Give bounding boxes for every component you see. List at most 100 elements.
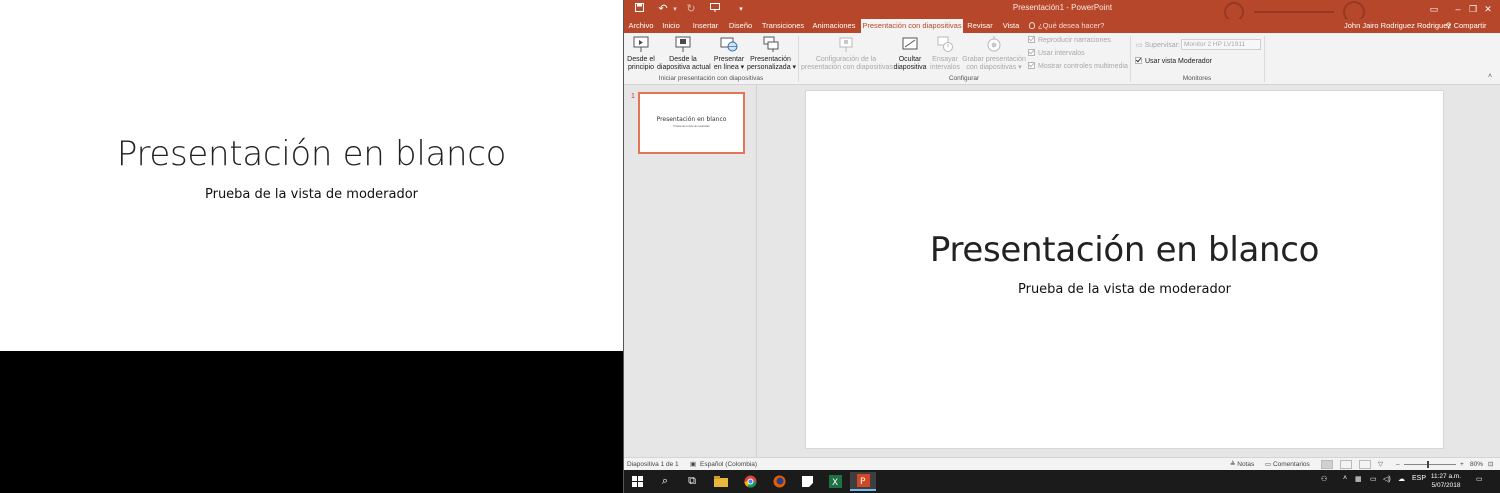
windows-start-icon[interactable]	[624, 472, 650, 491]
tell-me-text: ¿Qué desea hacer?	[1038, 21, 1105, 30]
slideshow-title: Presentación en blanco	[116, 134, 507, 174]
tab-transiciones[interactable]: Transiciones	[761, 19, 805, 33]
use-timings-checkbox[interactable]: Usar intervalos	[1028, 49, 1085, 59]
use-presenter-view-checkbox[interactable]: Usar vista Moderador	[1135, 57, 1212, 67]
ribbon: Desde el principio Desde la diapositiva …	[624, 33, 1500, 85]
slideshow-slide[interactable]: Presentación en blanco Prueba de la vist…	[0, 0, 623, 351]
thumbnail-title: Presentación en blanco	[656, 116, 727, 123]
zoom-in-button[interactable]: +	[1460, 460, 1464, 469]
group-separator	[798, 36, 799, 82]
slide-thumbnail-pane: 1 Presentación en blanco Prueba de la vi…	[624, 85, 757, 457]
monitor-select-value: Monitor 2 HP LV1911	[1184, 41, 1246, 48]
input-language[interactable]: ESP	[1412, 475, 1426, 482]
lightbulb-icon	[1029, 22, 1035, 29]
notes-button[interactable]: ≜ Notas	[1230, 460, 1254, 469]
collapse-ribbon-icon[interactable]: ˄	[1488, 73, 1492, 80]
tab-inicio[interactable]: Inicio	[660, 19, 682, 33]
windows-taskbar: ⌕ ⧉ X P ⚇ ˄ ▦ ▭ ◁) ☁ ESP 11:27 a.m. 5/07…	[624, 470, 1500, 493]
tab-animaciones[interactable]: Animaciones	[812, 19, 856, 33]
zoom-slider-thumb[interactable]	[1427, 461, 1429, 468]
zoom-level[interactable]: 80%	[1470, 460, 1483, 469]
clock-time: 11:27 a.m.	[1430, 473, 1462, 480]
user-name[interactable]: John Jairo Rodriguez Rodriguez	[1344, 19, 1451, 32]
rehearse-timings-button[interactable]: Ensayar intervalos	[930, 35, 960, 72]
record-label-1: Grabar presentación	[962, 56, 1026, 63]
slide-canvas[interactable]: Presentación en blanco Prueba de la vist…	[805, 90, 1444, 449]
globe-presentation-icon	[720, 35, 738, 53]
presenter-view-label: Usar vista Moderador	[1145, 58, 1212, 65]
slide-thumbnail[interactable]: Presentación en blanco Prueba de la vist…	[638, 92, 745, 154]
sticky-notes-icon[interactable]	[794, 472, 820, 491]
checkbox-box	[1135, 57, 1142, 64]
present-online-button[interactable]: Presentar en línea ▾	[712, 35, 746, 72]
zoom-out-button[interactable]: –	[1396, 460, 1400, 469]
onedrive-icon[interactable]: ☁	[1398, 475, 1405, 483]
hide-slide-icon	[901, 35, 919, 53]
setup-slideshow-button[interactable]: Configuración de la presentación con dia…	[801, 35, 893, 72]
firefox-icon[interactable]	[766, 472, 792, 491]
share-button[interactable]: ⚲ Compartir	[1446, 19, 1487, 32]
excel-icon[interactable]: X	[822, 472, 848, 491]
display-icon[interactable]: ▭	[1370, 475, 1377, 483]
slide-sorter-view-button[interactable]	[1340, 460, 1352, 469]
setup-slideshow-icon	[837, 35, 855, 53]
volume-icon[interactable]: ◁)	[1383, 475, 1391, 483]
clock[interactable]: 11:27 a.m. 5/07/2018	[1429, 472, 1463, 490]
monitor-select[interactable]: Monitor 2 HP LV1911	[1181, 39, 1261, 50]
chrome-icon[interactable]	[737, 472, 763, 491]
tab-insertar[interactable]: Insertar	[691, 19, 720, 33]
custom-slideshow-label-2: personalizada ▾	[747, 64, 797, 71]
close-icon[interactable]: ✕	[1476, 2, 1500, 17]
ribbon-display-options-icon[interactable]: ▭	[1422, 2, 1446, 17]
people-icon[interactable]: ⚇	[1321, 475, 1327, 483]
action-center-icon[interactable]: ▭	[1476, 475, 1483, 483]
zoom-slider-track[interactable]	[1404, 464, 1456, 465]
search-icon[interactable]: ⌕	[652, 472, 678, 491]
play-narrations-checkbox[interactable]: Reproducir narraciones	[1028, 36, 1111, 46]
record-slideshow-button[interactable]: Grabar presentación con diapositivas ▾	[962, 35, 1026, 72]
tab-revisar[interactable]: Revisar	[966, 19, 994, 33]
rehearse-label-2: intervalos	[930, 64, 960, 71]
network-icon[interactable]: ▦	[1355, 475, 1362, 483]
hide-slide-button[interactable]: Ocultar diapositiva	[892, 35, 928, 72]
tell-me-search[interactable]: ¿Qué desea hacer?	[1029, 19, 1104, 32]
hide-slide-label-1: Ocultar	[898, 56, 922, 63]
svg-text:X: X	[832, 478, 838, 488]
tab-archivo[interactable]: Archivo	[627, 19, 655, 33]
tab-vista[interactable]: Vista	[999, 19, 1023, 33]
tab-diseno[interactable]: Diseño	[727, 19, 754, 33]
title-bar: ↶ ▾ ↻ ▾ Presentación1 - PowerPoint ▭ – ❐…	[624, 0, 1500, 19]
use-timings-label: Usar intervalos	[1038, 50, 1085, 57]
from-beginning-button[interactable]: Desde el principio	[626, 35, 656, 72]
slide-subtitle[interactable]: Prueba de la vista de moderador	[806, 282, 1443, 297]
reading-view-button[interactable]	[1359, 460, 1371, 469]
custom-slideshow-label-1: Presentación	[750, 56, 791, 63]
from-current-label-2: diapositiva actual	[657, 64, 711, 71]
show-hidden-icons-icon[interactable]: ˄	[1343, 475, 1347, 482]
file-explorer-icon[interactable]	[708, 472, 734, 491]
svg-text:P: P	[860, 477, 866, 487]
show-media-controls-checkbox[interactable]: Mostrar controles multimedia	[1028, 62, 1128, 72]
monitor-select-label: ▭ Supervisar:	[1136, 41, 1180, 49]
show-media-controls-label: Mostrar controles multimedia	[1038, 63, 1128, 70]
normal-view-button[interactable]	[1321, 460, 1333, 469]
custom-slideshow-button[interactable]: Presentación personalizada ▾	[747, 35, 797, 72]
hide-slide-label-2: diapositiva	[893, 64, 927, 71]
checkbox-box	[1028, 49, 1035, 56]
present-online-label-2: en línea ▾	[713, 64, 745, 71]
fit-slide-icon[interactable]: ⊡	[1488, 460, 1493, 469]
task-view-icon[interactable]: ⧉	[679, 472, 705, 491]
comments-button[interactable]: ▭ Comentarios	[1265, 460, 1310, 469]
from-current-slide-button[interactable]: Desde la diapositiva actual	[657, 35, 711, 72]
tab-presentacion-con-diapositivas[interactable]: Presentación con diapositivas	[861, 19, 963, 33]
spellcheck-icon[interactable]: ▣	[690, 460, 696, 469]
setup-slideshow-label-2: presentación con diapositivas	[801, 64, 893, 71]
slideshow-view-icon[interactable]: ▽	[1378, 460, 1383, 469]
thumbnail-number: 1	[631, 93, 635, 100]
slideshow-monitor: Presentación en blanco Prueba de la vist…	[0, 0, 623, 493]
language-status[interactable]: Español (Colombia)	[700, 460, 757, 469]
powerpoint-taskbar-icon[interactable]: P	[850, 472, 876, 491]
slide-title[interactable]: Presentación en blanco	[806, 230, 1443, 270]
record-icon	[985, 35, 1003, 53]
powerpoint-window: ↶ ▾ ↻ ▾ Presentación1 - PowerPoint ▭ – ❐…	[623, 0, 1500, 493]
